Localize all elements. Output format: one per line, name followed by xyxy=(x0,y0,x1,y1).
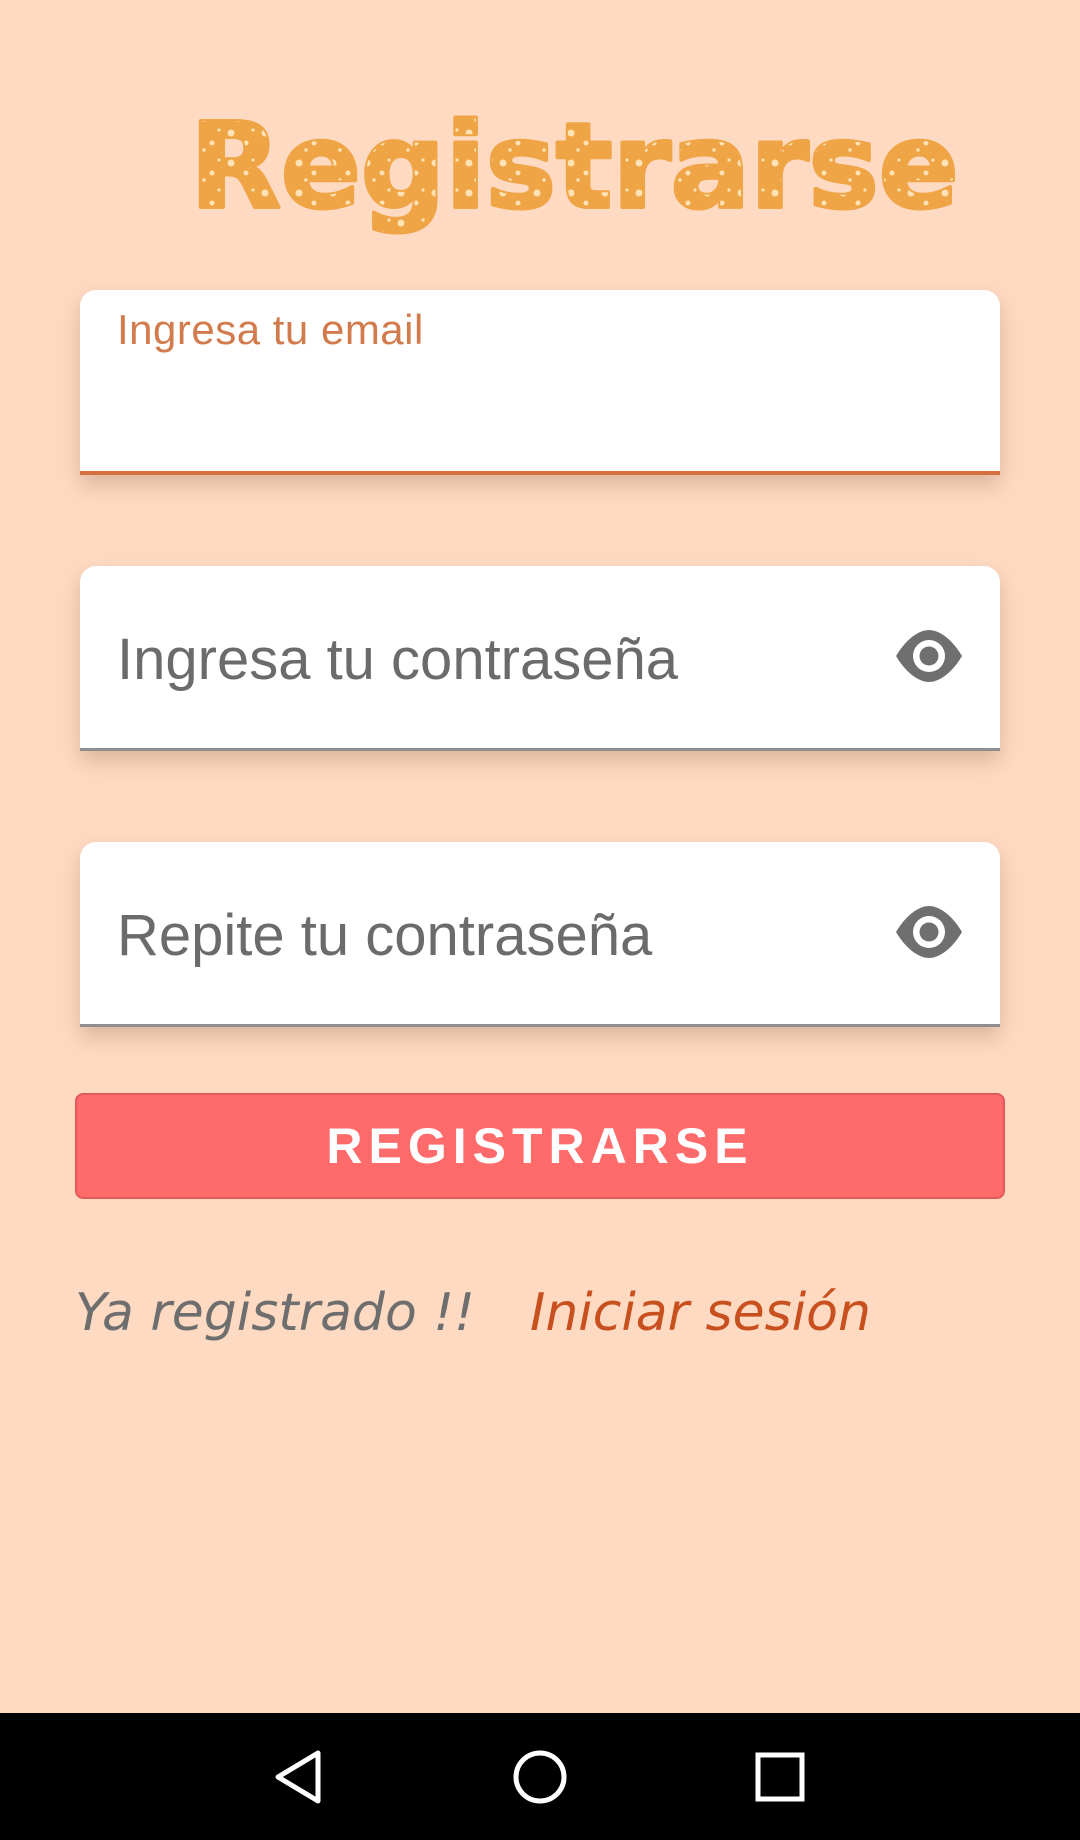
page-title-texture: Registrarse xyxy=(190,97,959,235)
password-placeholder: Ingresa tu contraseña xyxy=(117,627,679,692)
eye-icon[interactable] xyxy=(894,902,964,962)
already-registered-text: Ya registrado !! xyxy=(75,1283,475,1343)
register-button[interactable]: REGISTRARSE xyxy=(75,1093,1005,1199)
register-screen: Registrarse Registrarse Ingresa tu email… xyxy=(0,0,1080,1840)
repeat-password-placeholder: Repite tu contraseña xyxy=(117,903,653,968)
password-field[interactable]: Ingresa tu contraseña xyxy=(80,566,1000,751)
page-title-graphic: Registrarse Registrarse xyxy=(190,95,961,237)
repeat-password-field[interactable]: Repite tu contraseña xyxy=(80,842,1000,1027)
home-circle-icon[interactable] xyxy=(508,1745,572,1809)
system-navigation-bar xyxy=(0,1713,1080,1840)
email-label: Ingresa tu email xyxy=(117,306,424,353)
eye-icon[interactable] xyxy=(894,626,964,686)
page-title: Registrarse Registrarse xyxy=(190,95,990,245)
email-field[interactable]: Ingresa tu email xyxy=(80,290,1000,475)
back-triangle-icon[interactable] xyxy=(268,1745,332,1809)
recent-square-icon[interactable] xyxy=(748,1745,812,1809)
login-link[interactable]: Iniciar sesión xyxy=(530,1283,871,1343)
